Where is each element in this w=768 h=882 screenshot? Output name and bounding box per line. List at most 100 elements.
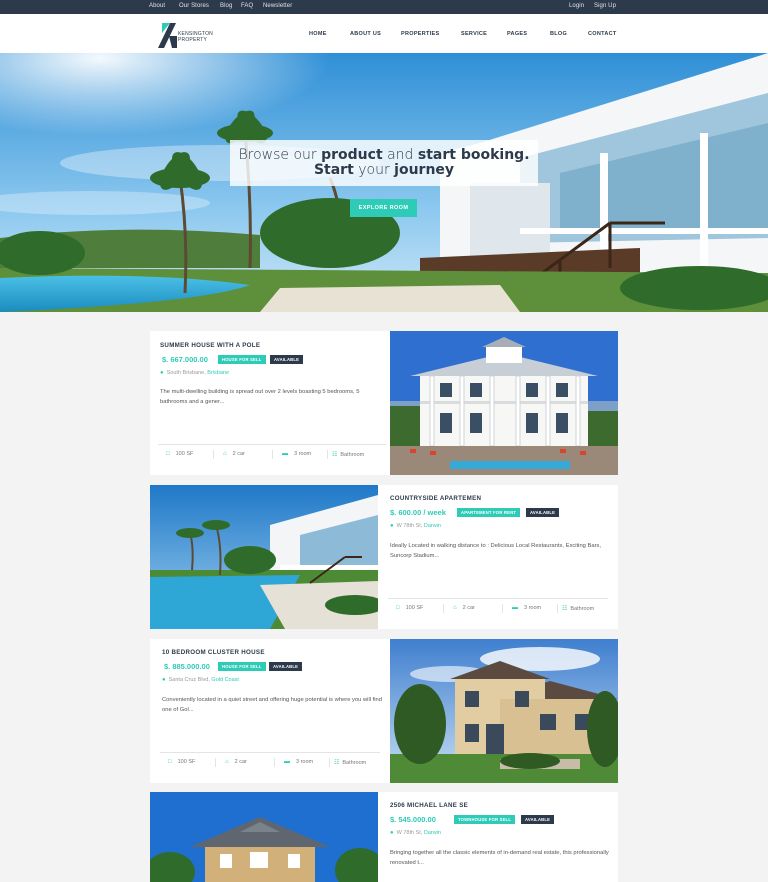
listing-location: ● W 78th St, Darwin — [390, 830, 441, 836]
nav-pages[interactable]: PAGES — [507, 31, 527, 37]
nav-blog[interactable]: BLOG — [550, 31, 567, 37]
feature-rooms: ▬ 3 room — [282, 451, 312, 457]
listing-location: ● South Brisbane, Brisbane — [160, 370, 230, 376]
garage-icon: ⌂ — [225, 759, 229, 765]
feature-garage: ⌂ 2 car — [225, 759, 247, 765]
bed-icon: ▬ — [282, 451, 288, 457]
explore-room-button[interactable]: EXPLORE ROOM — [350, 199, 417, 217]
listing-price: $. 600.00 / week — [390, 508, 446, 517]
brand-line2: PROPERTY — [178, 36, 208, 43]
feature-garage: ⌂ 2 car — [223, 451, 245, 457]
area-icon: □ — [168, 759, 172, 765]
feature-area: □ 100 SF — [168, 759, 196, 765]
feature-bath: ☷ Bathroom — [334, 760, 367, 766]
logo-mark-icon — [158, 23, 177, 48]
area-icon: □ — [396, 605, 400, 611]
feature-area: □ 100 SF — [396, 605, 424, 611]
divider — [213, 450, 214, 459]
listing-type-badge: HOUSE FOR SELL — [218, 662, 266, 671]
divider — [557, 604, 558, 613]
listing-title[interactable]: COUNTRYSIDE APARTEMEN — [390, 495, 481, 502]
listing-card-2[interactable]: COUNTRYSIDE APARTEMEN $. 600.00 / week A… — [378, 485, 618, 629]
listing-card-1[interactable]: SUMMER HOUSE WITH A POLE $. 667.000.00 H… — [150, 331, 390, 475]
bed-icon: ▬ — [512, 605, 518, 611]
nav-home[interactable]: HOME — [309, 31, 327, 37]
divider — [329, 758, 330, 767]
status-badge: AVAILABLE — [521, 815, 555, 824]
listing-description: Bringing together all the classic elemen… — [390, 850, 609, 866]
feature-rooms: ▬ 3 room — [284, 759, 314, 765]
listing-type-badge: HOUSE FOR SELL — [218, 355, 266, 364]
townhouse-image — [150, 792, 378, 882]
divider — [215, 758, 216, 767]
divider — [502, 604, 503, 613]
status-badge: AVAILABLE — [269, 662, 303, 671]
area-icon: □ — [166, 451, 170, 457]
divider — [327, 450, 328, 459]
topbar-link-newsletter[interactable]: Newsletter — [263, 3, 292, 9]
topbar-link-login[interactable]: Login — [569, 3, 584, 9]
divider — [443, 604, 444, 613]
brand-logo[interactable]: KENSINGTON PROPERTY — [158, 19, 228, 49]
listing-photo-4[interactable] — [150, 792, 378, 882]
nav-service[interactable]: SERVICE — [461, 31, 487, 37]
site-header: KENSINGTON PROPERTY HOME ABOUT US PROPER… — [0, 14, 768, 53]
hero-headline-line2: Start your journey — [313, 162, 455, 178]
feature-area: □ 100 SF — [166, 451, 194, 457]
status-badge: AVAILABLE — [270, 355, 304, 364]
mansion-image — [390, 331, 618, 475]
listing-photo-1[interactable] — [390, 331, 618, 475]
listing-description: The multi-dwelling building is spread ou… — [160, 389, 360, 405]
map-pin-icon: ● — [390, 830, 394, 836]
listing-title[interactable]: 10 BEDROOM CLUSTER HOUSE — [162, 649, 265, 656]
hero-banner: Browse our product and start booking. St… — [0, 53, 768, 312]
divider — [160, 752, 380, 753]
listing-location: ● W 78th St, Darwin — [390, 523, 441, 529]
listing-title[interactable]: 2506 MICHAEL LANE SE — [390, 802, 468, 809]
listing-photo-3[interactable] — [390, 639, 618, 783]
map-pin-icon: ● — [390, 523, 394, 529]
status-badge: AVAILABLE — [526, 508, 560, 517]
bath-icon: ☷ — [334, 760, 340, 766]
nav-properties[interactable]: PROPERTIES — [401, 31, 439, 37]
map-pin-icon: ● — [162, 677, 166, 683]
bath-icon: ☷ — [562, 606, 568, 612]
garage-icon: ⌂ — [223, 451, 227, 457]
divider — [158, 444, 386, 445]
divider — [272, 450, 273, 459]
villa-pool-image — [150, 485, 378, 629]
top-bar: About Our Stores Blog FAQ Newsletter Log… — [0, 0, 768, 14]
listing-price: $. 545.000.00 — [390, 815, 436, 824]
listing-price: $. 885.000.00 — [164, 662, 210, 671]
nav-contact[interactable]: CONTACT — [588, 31, 617, 37]
feature-rooms: ▬ 3 room — [512, 605, 542, 611]
map-pin-icon: ● — [160, 370, 164, 376]
cluster-house-image — [390, 639, 618, 783]
feature-garage: ⌂ 2 car — [453, 605, 475, 611]
topbar-link-our-stores[interactable]: Our Stores — [179, 3, 209, 9]
listing-type-badge: APARTEMENT FOR RENT — [457, 508, 521, 517]
hero-headline-line1: Browse our product and start booking. — [238, 147, 530, 163]
listing-location: ● Santa Cruz Blvd, Gold Coast — [162, 677, 239, 683]
listing-description: Conveniently located in a quiet street a… — [162, 697, 382, 713]
listing-title[interactable]: SUMMER HOUSE WITH A POLE — [160, 342, 260, 349]
topbar-link-faq[interactable]: FAQ — [241, 3, 253, 9]
listing-description: Ideally Located in walking distance to :… — [390, 543, 602, 559]
listing-card-4[interactable]: 2506 MICHAEL LANE SE $. 545.000.00 TOWNH… — [378, 792, 618, 882]
listing-card-3[interactable]: 10 BEDROOM CLUSTER HOUSE $. 885.000.00 H… — [150, 639, 390, 783]
topbar-link-about[interactable]: About — [149, 3, 165, 9]
hero-headline-box: Browse our product and start booking. St… — [230, 140, 538, 186]
feature-bath: ☷ Bathroom — [332, 452, 365, 458]
listing-photo-2[interactable] — [150, 485, 378, 629]
divider — [388, 598, 608, 599]
bath-icon: ☷ — [332, 452, 338, 458]
feature-bath: ☷ Bathroom — [562, 606, 595, 612]
listing-type-badge: TOWNHOUSE FOR SELL — [454, 815, 516, 824]
bed-icon: ▬ — [284, 759, 290, 765]
divider — [274, 758, 275, 767]
garage-icon: ⌂ — [453, 605, 457, 611]
topbar-link-signup[interactable]: Sign Up — [594, 3, 616, 9]
topbar-link-blog[interactable]: Blog — [220, 3, 232, 9]
listing-price: $. 667.000.00 — [162, 355, 208, 364]
nav-about-us[interactable]: ABOUT US — [350, 31, 381, 37]
